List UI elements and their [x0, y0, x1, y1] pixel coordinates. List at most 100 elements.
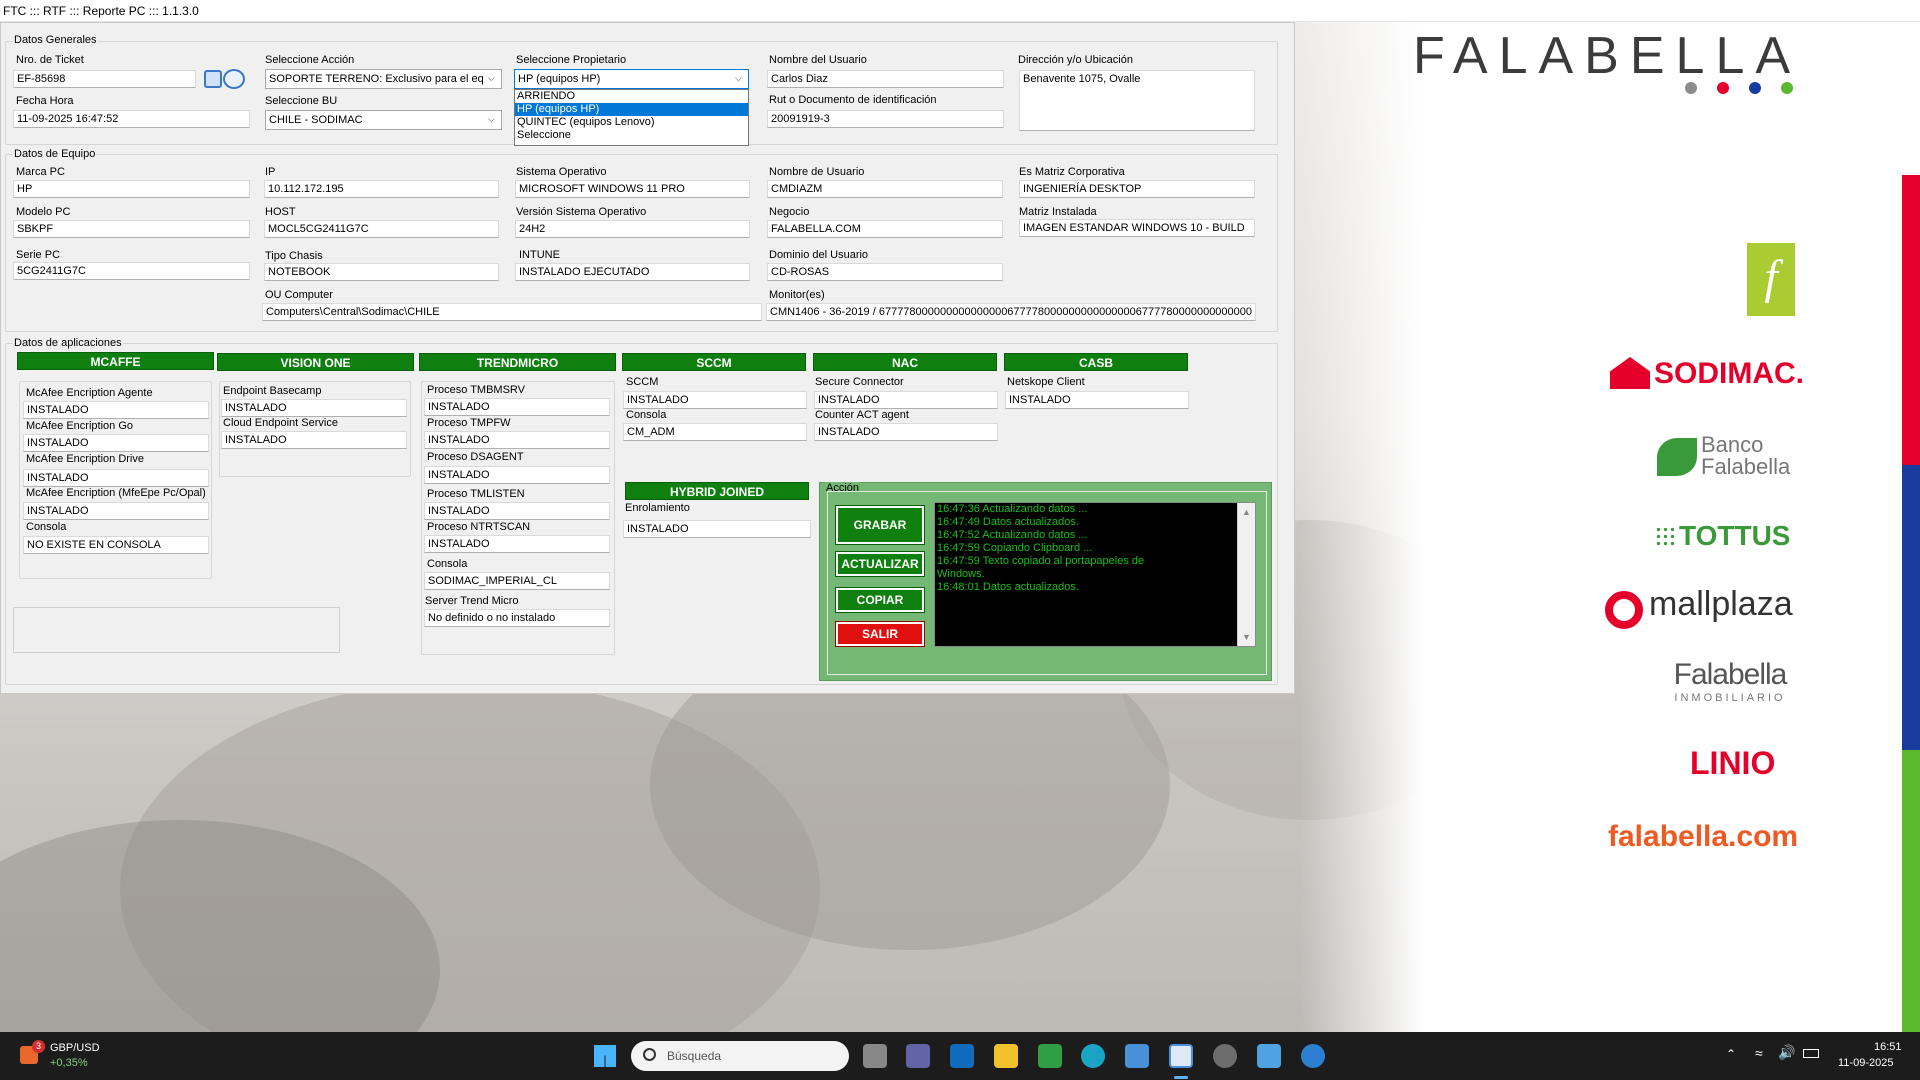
os-version-field[interactable]: 24H2: [515, 220, 750, 238]
os-field[interactable]: MICROSOFT WINDOWS 11 PRO: [515, 180, 750, 198]
ip-field[interactable]: 10.112.172.195: [264, 180, 499, 198]
ticker-widget[interactable]: 3 GBP/USD +0,35%: [18, 1040, 138, 1072]
model-label: Modelo PC: [16, 206, 71, 218]
owner-option[interactable]: Seleccione: [515, 129, 748, 142]
remote-desktop-icon[interactable]: [1125, 1044, 1149, 1068]
settings-gear-icon[interactable]: [1213, 1044, 1237, 1068]
ticket-label: Nro. de Ticket: [16, 54, 84, 66]
casb-header: CASB: [1004, 353, 1188, 371]
monitors-field[interactable]: CMN1406 - 36-2019 / 67777800000000000000…: [766, 303, 1256, 321]
report-app-icon[interactable]: [1169, 1044, 1193, 1068]
action-select[interactable]: SOPORTE TERRENO: Exclusivo para el eq ⌵: [265, 69, 502, 89]
trend-item-value[interactable]: INSTALADO: [424, 431, 610, 449]
log-scrollbar[interactable]: ▲ ▼: [1237, 503, 1255, 646]
mcafee-item-value[interactable]: INSTALADO: [23, 502, 209, 520]
info-bubble-icon[interactable]: [223, 69, 245, 89]
brand-field[interactable]: HP: [13, 180, 250, 198]
owner-select-value: HP (equipos HP): [518, 73, 601, 85]
rut-field[interactable]: 20091919-3: [767, 110, 1004, 128]
mcafee-item-value[interactable]: INSTALADO: [23, 469, 209, 487]
activity-log[interactable]: 16:47:36 Actualizando datos ... 16:47:49…: [934, 502, 1256, 647]
exit-button[interactable]: SALIR: [835, 621, 925, 647]
username-field[interactable]: CMDIAZM: [767, 180, 1003, 198]
user-name-label: Nombre del Usuario: [769, 54, 867, 66]
domain-label: Dominio del Usuario: [769, 249, 869, 261]
mcafee-item-value[interactable]: INSTALADO: [23, 401, 209, 419]
sccm-item-value[interactable]: INSTALADO: [623, 391, 807, 409]
clock-time[interactable]: 16:51: [1874, 1041, 1902, 1053]
mcafee-item-value[interactable]: INSTALADO: [23, 434, 209, 452]
address-field[interactable]: Benavente 1075, Ovalle: [1019, 70, 1255, 131]
host-label: HOST: [265, 206, 296, 218]
model-field[interactable]: SBKPF: [13, 220, 250, 238]
falabella-f-logo: f: [1747, 243, 1795, 316]
vision-one-item-value[interactable]: INSTALADO: [221, 431, 407, 449]
trend-item-value[interactable]: INSTALADO: [424, 398, 610, 416]
globe-app-icon[interactable]: [1301, 1044, 1325, 1068]
clock-date[interactable]: 11-09-2025: [1838, 1057, 1893, 1069]
mcafee-item-value[interactable]: NO EXISTE EN CONSOLA: [23, 536, 209, 554]
bu-select[interactable]: CHILE - SODIMAC ⌵: [265, 110, 502, 130]
intune-field[interactable]: INSTALADO EJECUTADO: [515, 263, 750, 281]
date-field[interactable]: 11-09-2025 16:47:52: [13, 110, 250, 128]
save-button[interactable]: GRABAR: [835, 505, 925, 545]
corporate-matrix-label: Es Matriz Corporativa: [1019, 166, 1125, 178]
edge-icon[interactable]: [1081, 1044, 1105, 1068]
enrollment-field[interactable]: INSTALADO: [623, 520, 811, 538]
nac-item-value[interactable]: INSTALADO: [814, 391, 998, 409]
windows-start-icon[interactable]: [594, 1045, 616, 1067]
trend-item-value[interactable]: No definido o no instalado: [424, 609, 610, 627]
trend-item-label: Proceso NTRTSCAN: [427, 521, 531, 533]
chevron-up-icon[interactable]: ⌃: [1726, 1047, 1736, 1061]
trend-item-value[interactable]: INSTALADO: [424, 502, 610, 520]
nac-item-value[interactable]: INSTALADO: [814, 423, 998, 441]
wifi-icon[interactable]: ≈: [1755, 1045, 1763, 1061]
business-field[interactable]: FALABELLA.COM: [767, 220, 1003, 238]
chassis-field[interactable]: NOTEBOOK: [264, 263, 499, 281]
os-label: Sistema Operativo: [516, 166, 607, 178]
file-explorer-icon[interactable]: [994, 1044, 1018, 1068]
ticker-badge: 3: [32, 1040, 45, 1053]
scroll-up-icon[interactable]: ▲: [1242, 506, 1251, 519]
casb-item-value[interactable]: INSTALADO: [1005, 391, 1189, 409]
bu-label: Seleccione BU: [265, 95, 338, 107]
teams-icon[interactable]: [906, 1044, 930, 1068]
ticket-field[interactable]: EF-85698: [13, 70, 196, 88]
scroll-down-icon[interactable]: ▼: [1242, 631, 1251, 644]
hybrid-joined-header: HYBRID JOINED: [625, 482, 809, 500]
domain-field[interactable]: CD-ROSAS: [767, 263, 1003, 281]
notepad-icon[interactable]: [1257, 1044, 1281, 1068]
sccm-item-value[interactable]: CM_ADM: [623, 423, 807, 441]
outlook-icon[interactable]: [950, 1044, 974, 1068]
ip-label: IP: [265, 166, 276, 178]
owner-option[interactable]: QUINTEC (equipos Lenovo): [515, 116, 748, 129]
owner-option[interactable]: ARRIENDO: [515, 90, 748, 103]
host-field[interactable]: MOCL5CG2411G7C: [264, 220, 499, 238]
owner-dropdown-list[interactable]: ARRIENDO HP (equipos HP) QUINTEC (equipo…: [514, 89, 749, 146]
copy-button[interactable]: COPIAR: [835, 587, 925, 613]
trend-item-value[interactable]: INSTALADO: [424, 535, 610, 553]
user-name-field[interactable]: Carlos Diaz: [767, 70, 1004, 88]
update-button[interactable]: ACTUALIZAR: [835, 551, 925, 577]
serial-field[interactable]: 5CG2411G7C: [13, 262, 250, 280]
task-view-icon[interactable]: [863, 1044, 887, 1068]
trend-item-value[interactable]: SODIMAC_IMPERIAL_CL: [424, 572, 610, 590]
search-icon[interactable]: [204, 70, 222, 88]
ou-field[interactable]: Computers\Central\Sodimac\CHILE: [262, 303, 762, 321]
trend-item-value[interactable]: INSTALADO: [424, 466, 610, 484]
installed-matrix-field[interactable]: IMAGEN ESTANDAR WINDOWS 10 - BUILD: [1019, 219, 1255, 237]
owner-select[interactable]: HP (equipos HP) ⌵: [514, 69, 749, 89]
falabella-dots: [1685, 82, 1795, 96]
network-tool-icon[interactable]: [1038, 1044, 1062, 1068]
sccm-item-label: SCCM: [626, 376, 659, 388]
window-titlebar[interactable]: FTC ::: RTF ::: Reporte PC ::: 1.1.3.0: [0, 0, 1920, 22]
vision-one-item-value[interactable]: INSTALADO: [221, 399, 407, 417]
owner-option-selected[interactable]: HP (equipos HP): [515, 103, 748, 116]
battery-icon[interactable]: [1803, 1049, 1819, 1058]
volume-icon[interactable]: 🔊: [1778, 1044, 1795, 1061]
owner-label: Seleccione Propietario: [516, 54, 627, 66]
corporate-matrix-field[interactable]: INGENIERÍA DESKTOP: [1019, 180, 1255, 198]
enrollment-label: Enrolamiento: [625, 502, 690, 514]
search-placeholder: Búsqueda: [667, 1049, 722, 1063]
taskbar-search[interactable]: Búsqueda: [631, 1041, 849, 1071]
